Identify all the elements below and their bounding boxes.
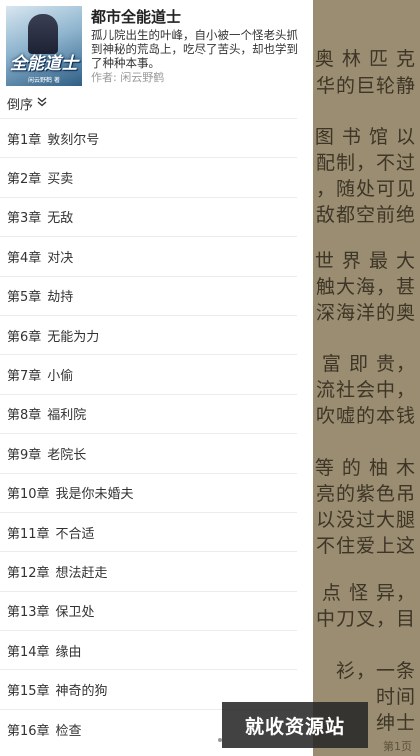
cover-figure bbox=[28, 14, 58, 54]
chapter-item[interactable]: 第12章 想法赶走 bbox=[0, 551, 297, 590]
chapter-title: 神奇的狗 bbox=[55, 684, 108, 700]
book-author: 作者: 闲云野鹤 bbox=[91, 71, 165, 84]
book-title: 都市全能道士 bbox=[91, 8, 182, 26]
chapter-item[interactable]: 第4章 对决 bbox=[0, 236, 297, 275]
chapter-number: 第12章 bbox=[7, 565, 50, 581]
sort-toggle-button[interactable]: 倒序 bbox=[0, 88, 313, 118]
chapter-number: 第2章 bbox=[7, 172, 42, 188]
book-info: 都市全能道士 孤儿院出生的叶峰，自小被一个怪老头抓到神秘的荒岛上，吃尽了苦头，却… bbox=[82, 6, 307, 88]
chapter-list: 第1章 敦刻尔号 第2章 买卖 第3章 无敌 第4章 对决 第5章 劫持 第6章 无能为力 … bbox=[0, 118, 313, 748]
chapter-title: 劫持 bbox=[47, 290, 74, 306]
chapter-title: 买卖 bbox=[47, 172, 74, 188]
book-cover: 全能道士 闲云野鹤 著 bbox=[6, 6, 82, 86]
chapter-item[interactable]: 第11章 不合适 bbox=[0, 511, 297, 551]
chapter-item[interactable]: 第9章 老院长 bbox=[0, 433, 297, 472]
chapter-item[interactable]: 第6章 无能为力 bbox=[0, 314, 297, 354]
book-header: 全能道士 闲云野鹤 著 都市全能道士 孤儿院出生的叶峰，自小被一个怪老头抓到神秘… bbox=[0, 0, 313, 88]
chapter-title: 老院长 bbox=[47, 447, 87, 463]
chapter-title: 小偷 bbox=[47, 369, 74, 385]
chapter-number: 第7章 bbox=[7, 369, 42, 385]
chapter-title: 对决 bbox=[47, 250, 74, 266]
chapter-number: 第9章 bbox=[7, 447, 42, 463]
sort-label: 倒序 bbox=[7, 97, 34, 113]
chapter-item[interactable]: 第10章 我是你未婚夫 bbox=[0, 472, 297, 512]
chapter-number: 第13章 bbox=[7, 605, 50, 621]
chapter-number: 第14章 bbox=[7, 644, 50, 660]
chapter-title: 无能为力 bbox=[47, 329, 100, 345]
chapter-number: 第10章 bbox=[7, 487, 50, 503]
cover-title: 全能道士 bbox=[10, 54, 78, 73]
chapter-item[interactable]: 第3章 无敌 bbox=[0, 196, 297, 236]
chapter-title: 敦刻尔号 bbox=[47, 132, 100, 148]
chapter-item[interactable]: 第1章 敦刻尔号 bbox=[0, 118, 297, 157]
chapter-title: 想法赶走 bbox=[55, 565, 108, 581]
chapter-number: 第16章 bbox=[7, 723, 50, 739]
chevron-double-down-icon bbox=[37, 96, 47, 110]
chapter-title: 无敌 bbox=[47, 211, 74, 227]
chapter-title: 缘由 bbox=[55, 644, 82, 660]
chapter-number: 第6章 bbox=[7, 329, 42, 345]
chapter-drawer: 全能道士 闲云野鹤 著 都市全能道士 孤儿院出生的叶峰，自小被一个怪老头抓到神秘… bbox=[0, 0, 313, 756]
chapter-item[interactable]: 第7章 小偷 bbox=[0, 354, 297, 393]
book-description: 孤儿院出生的叶峰，自小被一个怪老头抓到神秘的荒岛上，吃尽了苦头，却也学到了种种本… bbox=[91, 28, 298, 70]
chapter-number: 第11章 bbox=[7, 526, 50, 542]
watermark-badge: 就收资源站 bbox=[222, 702, 368, 748]
chapter-item[interactable]: 第2章 买卖 bbox=[0, 157, 297, 196]
chapter-number: 第5章 bbox=[7, 290, 42, 306]
chapter-title: 不合适 bbox=[55, 526, 95, 542]
chapter-item[interactable]: 第14章 缘由 bbox=[0, 630, 297, 669]
chapter-item[interactable]: 第5章 劫持 bbox=[0, 275, 297, 315]
chapter-title: 检查 bbox=[55, 723, 82, 739]
chapter-item[interactable]: 第13章 保卫处 bbox=[0, 590, 297, 630]
cover-subtitle: 闲云野鹤 著 bbox=[28, 77, 60, 84]
chapter-number: 第4章 bbox=[7, 250, 42, 266]
chapter-number: 第3章 bbox=[7, 211, 42, 227]
chapter-number: 第15章 bbox=[7, 684, 50, 700]
chapter-item[interactable]: 第8章 福利院 bbox=[0, 393, 297, 433]
chapter-number: 第1章 bbox=[7, 132, 42, 148]
chapter-title: 保卫处 bbox=[55, 605, 95, 621]
chapter-number: 第8章 bbox=[7, 408, 42, 424]
chapter-title: 福利院 bbox=[47, 408, 87, 424]
chapter-title: 我是你未婚夫 bbox=[55, 487, 134, 503]
